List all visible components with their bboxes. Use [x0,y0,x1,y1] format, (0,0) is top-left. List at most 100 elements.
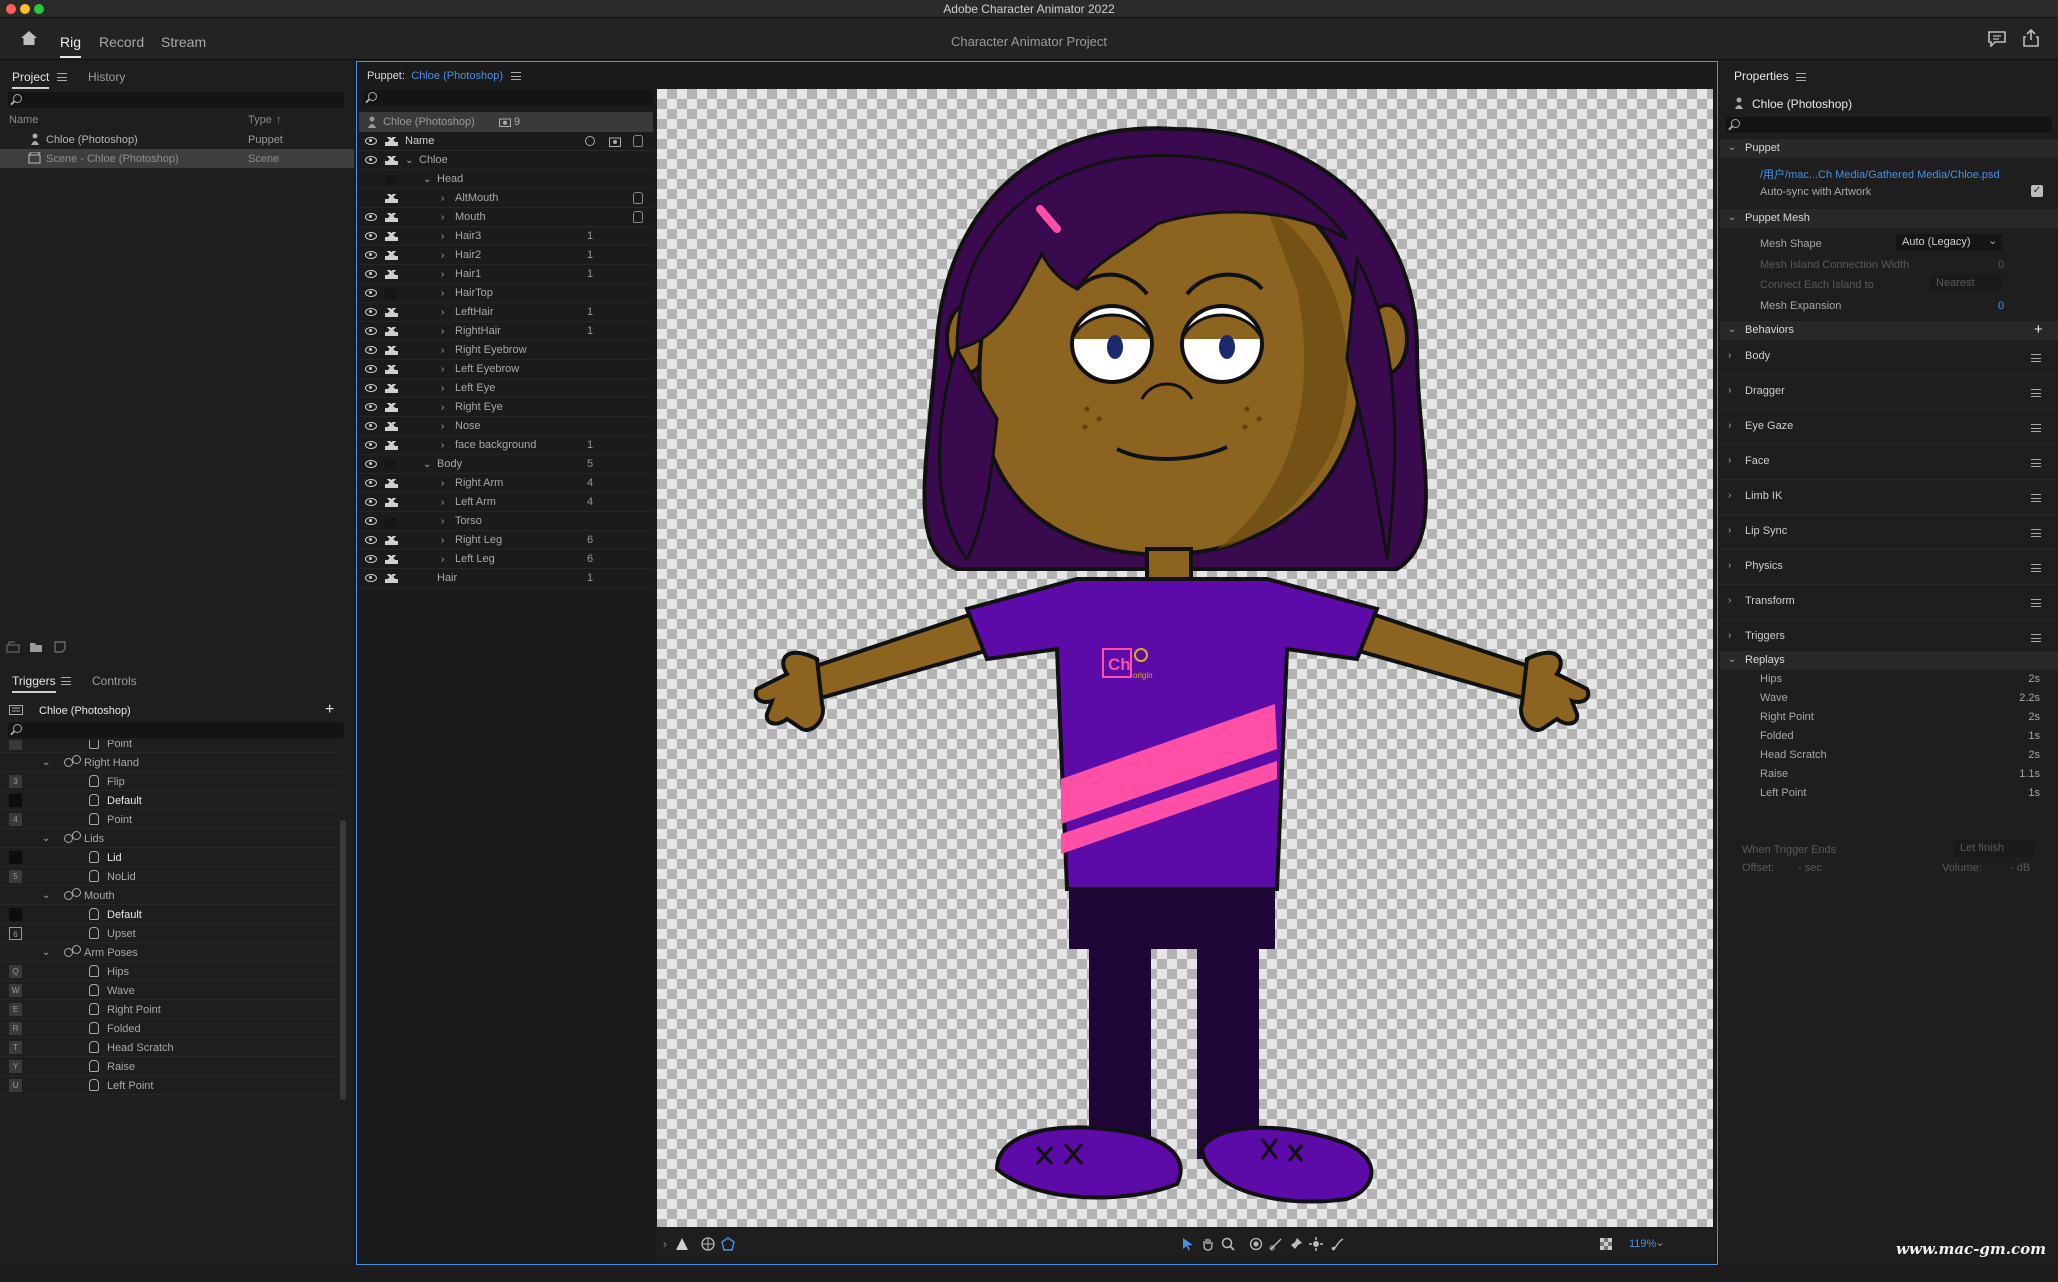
trigger-key-badge[interactable] [9,756,22,769]
puppet-canvas[interactable]: Ch origin [657,89,1713,1227]
trigger-key-badge[interactable]: T [9,1041,22,1054]
chevron-down-icon[interactable]: ⌄ [42,890,50,901]
chevron-right-icon[interactable]: › [1728,560,1731,571]
zoom-dropdown-chevron-icon[interactable]: ⌄ [1655,1235,1665,1249]
trigger-key-badge[interactable]: Y [9,1060,22,1073]
behavior-row[interactable]: › Limb IK [1720,480,2058,515]
zoom-tool-icon[interactable] [1221,1237,1235,1251]
chevron-right-icon[interactable]: › [441,250,444,261]
eye-icon[interactable] [365,232,377,240]
layer-row[interactable]: › Left Leg 6 [359,550,653,569]
eye-icon[interactable] [365,536,377,544]
trigger-row[interactable]: Q Hips [0,962,340,981]
behavior-row[interactable]: › Physics [1720,550,2058,585]
eye-icon[interactable] [365,137,377,145]
replay-row[interactable]: Head Scratch 2s [1720,746,2058,765]
handle-tool-icon[interactable] [1309,1237,1323,1251]
trigger-group-row[interactable]: ⌄ Mouth [0,886,340,905]
chevron-right-icon[interactable]: › [441,383,444,394]
when-trigger-ends-select[interactable]: Let finish [1954,840,2034,857]
crown-icon[interactable] [385,384,398,393]
trigger-group-row[interactable]: ⌄ Lids [0,829,340,848]
volume-value[interactable]: - dB [2010,862,2030,874]
project-menu-icon[interactable] [57,73,67,81]
chevron-right-icon[interactable]: › [1728,595,1731,606]
layer-row[interactable]: ⌄ Chloe [359,151,653,170]
crown-icon[interactable] [385,422,398,431]
layer-row[interactable]: › Hair3 1 [359,227,653,246]
chevron-right-icon[interactable]: › [1728,455,1731,466]
layer-row[interactable]: › Left Eye [359,379,653,398]
layer-row[interactable]: › AltMouth [359,189,653,208]
crown-placeholder[interactable] [385,517,396,527]
chevron-right-icon[interactable]: › [1728,385,1731,396]
chevron-down-icon[interactable]: ⌄ [405,155,413,166]
chevron-right-icon[interactable]: › [441,535,444,546]
puppet-menu-icon[interactable] [511,72,521,80]
puppet-track-icon[interactable] [701,1237,715,1251]
replay-row[interactable]: Hips 2s [1720,670,2058,689]
layer-row[interactable]: › Nose [359,417,653,436]
trigger-row[interactable]: 4 Point [0,810,340,829]
warning-icon[interactable] [675,1237,689,1251]
crown-icon[interactable] [385,327,398,336]
eye-icon[interactable] [365,270,377,278]
chevron-right-icon[interactable]: › [441,421,444,432]
chevron-right-icon[interactable]: › [441,554,444,565]
crown-icon[interactable] [385,194,398,203]
crown-icon[interactable] [385,251,398,260]
eye-icon[interactable] [365,365,377,373]
behavior-menu-icon[interactable] [2031,424,2041,432]
trigger-key-badge[interactable] [9,851,22,864]
eye-icon[interactable] [365,327,377,335]
behavior-menu-icon[interactable] [2031,354,2041,362]
replay-row[interactable]: Raise 1.1s [1720,765,2058,784]
mesh-expansion-value[interactable]: 0 [1998,300,2004,312]
new-item-icon[interactable] [54,641,66,653]
chevron-down-icon[interactable]: ⌄ [423,174,431,185]
camera-icon[interactable] [609,136,621,147]
chevron-down-icon[interactable]: ⌄ [423,459,431,470]
connect-island-select[interactable]: Nearest [1930,275,2002,292]
behavior-menu-icon[interactable] [2031,494,2041,502]
project-item-scene[interactable]: Scene - Chloe (Photoshop) Scene [0,149,354,168]
triggers-menu-icon[interactable] [61,677,71,685]
crown-icon[interactable] [385,555,398,564]
eye-icon[interactable] [365,479,377,487]
trigger-key-badge[interactable] [9,832,22,845]
chevron-right-icon[interactable]: › [1728,490,1731,501]
layer-row[interactable]: › Right Eye [359,398,653,417]
trigger-key-badge[interactable] [9,889,22,902]
mesh-island-value[interactable]: 0 [1998,259,2004,271]
trigger-key-badge[interactable]: R [9,1022,22,1035]
trigger-row[interactable]: T Head Scratch [0,1038,340,1057]
triggers-search-input[interactable] [8,722,344,738]
trigger-row[interactable]: E Right Point [0,1000,340,1019]
chevron-right-icon[interactable]: › [441,364,444,375]
new-folder-icon[interactable] [29,641,43,653]
draggable-icon[interactable] [633,192,643,204]
trigger-key-badge[interactable]: 4 [9,813,22,826]
chevron-right-icon[interactable]: › [441,345,444,356]
behavior-row[interactable]: › Triggers [1720,620,2058,655]
properties-search-input[interactable] [1726,117,2052,133]
trigger-key-badge[interactable]: Q [9,965,22,978]
chevron-right-icon[interactable]: › [1728,630,1731,641]
trigger-key-badge[interactable]: U [9,1079,22,1092]
trigger-group-row[interactable]: ⌄ Arm Poses [0,943,340,962]
tab-history[interactable]: History [88,70,125,84]
crown-icon[interactable] [385,270,398,279]
chevron-right-icon[interactable]: › [1728,350,1731,361]
eye-icon[interactable] [365,156,377,164]
artwork-path-link[interactable]: /用户/mac...Ch Media/Gathered Media/Chloe.… [1760,166,2000,182]
chevron-right-icon[interactable]: › [441,212,444,223]
chevron-right-icon[interactable]: › [441,326,444,337]
behavior-row[interactable]: › Face [1720,445,2058,480]
behavior-menu-icon[interactable] [2031,564,2041,572]
column-name-header[interactable]: Name [9,114,38,126]
eye-icon[interactable] [365,289,377,297]
behavior-row[interactable]: › Body [1720,340,2058,375]
eye-icon[interactable] [365,403,377,411]
tab-triggers[interactable]: Triggers [12,674,56,693]
hand-tool-icon[interactable] [1201,1237,1215,1251]
